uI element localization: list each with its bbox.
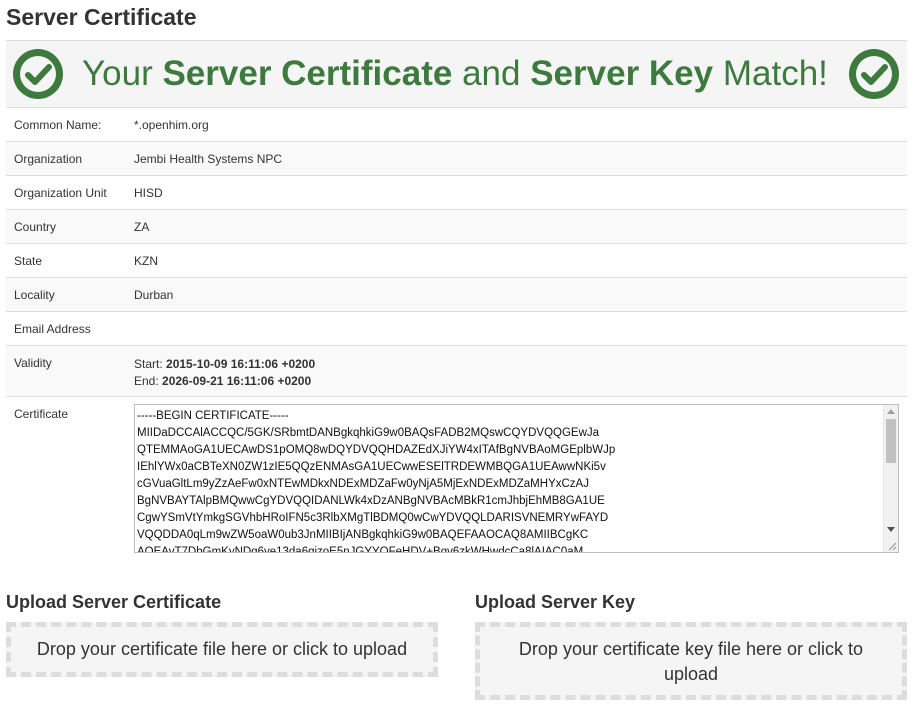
detail-label: Locality <box>14 288 55 302</box>
validity-end-value: 2026-09-21 16:11:06 +0200 <box>162 374 312 388</box>
server-certificate-page: Server Certificate Your Server Certifica… <box>0 0 917 705</box>
match-message: Your Server Certificate and Server Key M… <box>82 53 828 95</box>
check-circle-icon <box>13 49 63 99</box>
detail-row-state: State KZN <box>6 243 907 277</box>
detail-label: Email Address <box>14 322 91 336</box>
certificate-textarea[interactable]: -----BEGIN CERTIFICATE----- MIIDaDCCAlAC… <box>134 404 899 553</box>
detail-row-validity: Validity Start: 2015-10-09 16:11:06 +020… <box>6 345 907 396</box>
check-circle-icon <box>849 49 899 99</box>
dropzone-text-line1: Drop your certificate key file here or c… <box>518 639 864 659</box>
detail-label: Certificate <box>14 407 69 421</box>
detail-value: *.openhim.org <box>134 118 209 132</box>
scroll-up-arrow-icon[interactable] <box>887 409 895 414</box>
page-title: Server Certificate <box>6 4 197 30</box>
banner-text-key: Server Key <box>530 54 714 93</box>
detail-row-certificate: Certificate -----BEGIN CERTIFICATE----- … <box>6 396 907 562</box>
detail-value: KZN <box>134 254 158 268</box>
banner-text-part: Your <box>82 54 163 93</box>
detail-row-organization: Organization Jembi Health Systems NPC <box>6 141 907 175</box>
detail-value: ZA <box>134 220 150 234</box>
certificate-text[interactable]: -----BEGIN CERTIFICATE----- MIIDaDCCAlAC… <box>137 408 882 552</box>
detail-label: Common Name: <box>14 118 102 132</box>
match-banner: Your Server Certificate and Server Key M… <box>6 40 907 107</box>
banner-text-certificate: Server Certificate <box>162 54 453 93</box>
detail-label: Validity <box>14 356 52 370</box>
validity-end: End: 2026-09-21 16:11:06 +0200 <box>134 373 315 390</box>
detail-label: Country <box>14 220 57 234</box>
detail-label: State <box>14 254 43 268</box>
resize-grip-icon[interactable] <box>887 541 897 551</box>
validity-end-label: End: <box>134 374 163 388</box>
key-dropzone[interactable]: Drop your certificate key file here or c… <box>475 622 907 700</box>
validity-dates: Start: 2015-10-09 16:11:06 +0200 End: 20… <box>134 356 315 390</box>
upload-key-heading: Upload Server Key <box>475 592 636 612</box>
detail-row-common-name: Common Name: *.openhim.org <box>6 107 907 141</box>
validity-start-label: Start: <box>134 357 167 371</box>
detail-label: Organization <box>14 152 83 166</box>
dropzone-text-line2: upload <box>663 664 719 684</box>
detail-label: Organization Unit <box>14 186 107 200</box>
banner-text-part: and <box>452 54 531 93</box>
validity-start: Start: 2015-10-09 16:11:06 +0200 <box>134 356 315 373</box>
banner-text-part: Match! <box>713 54 828 93</box>
validity-start-value: 2015-10-09 16:11:06 +0200 <box>166 357 316 371</box>
certificate-dropzone[interactable]: Drop your certificate file here or click… <box>6 622 438 677</box>
certificate-scrollbar[interactable] <box>883 405 898 552</box>
detail-row-email: Email Address <box>6 311 907 345</box>
detail-value: HISD <box>134 186 163 200</box>
detail-value: Jembi Health Systems NPC <box>134 152 283 166</box>
detail-row-country: Country ZA <box>6 209 907 243</box>
detail-value: Durban <box>134 288 174 302</box>
upload-certificate-heading: Upload Server Certificate <box>6 592 222 612</box>
detail-row-locality: Locality Durban <box>6 277 907 311</box>
dropzone-text: Drop your certificate file here or click… <box>36 639 408 659</box>
detail-row-organization-unit: Organization Unit HISD <box>6 175 907 209</box>
scroll-thumb[interactable] <box>886 419 896 463</box>
scroll-down-arrow-icon[interactable] <box>887 527 895 532</box>
